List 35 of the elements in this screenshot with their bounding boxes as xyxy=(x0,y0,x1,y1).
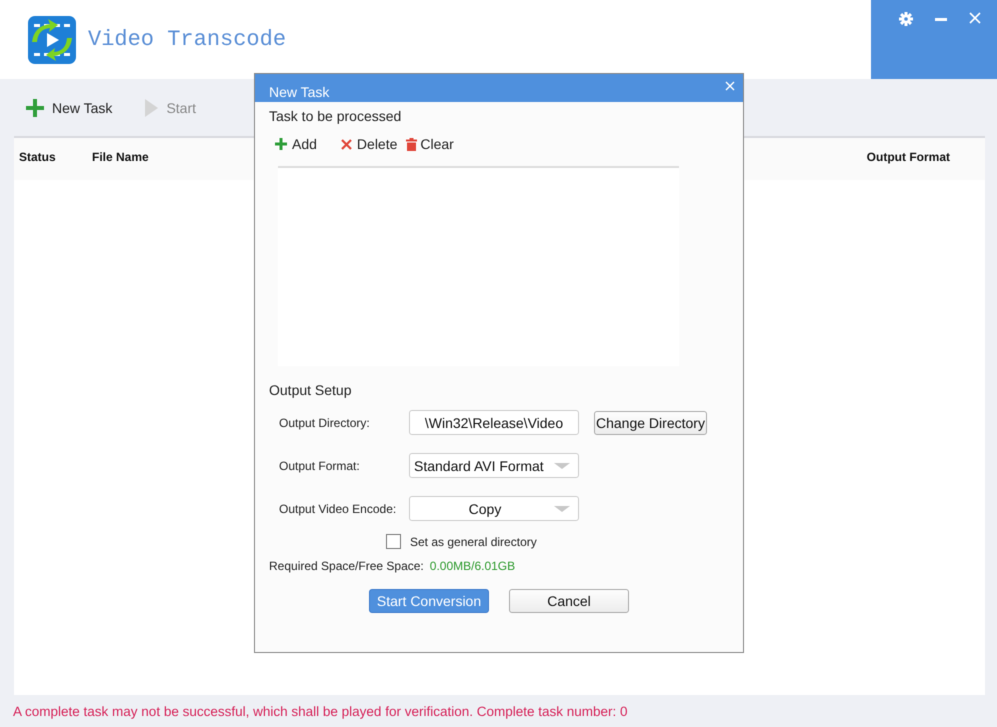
field-label: Output Format: xyxy=(279,458,361,472)
column-header: Status xyxy=(19,150,57,166)
close-icon[interactable] xyxy=(969,12,981,24)
checkbox[interactable] xyxy=(386,534,401,549)
field-label: Output Directory: xyxy=(279,416,371,430)
directory-field[interactable]: \Win32\Release\Video xyxy=(409,410,579,435)
status-message: A complete task may not be successful, which shall be played for verification. Complete task number: 0 xyxy=(13,702,629,721)
dropdown[interactable]: Standard AVI Format xyxy=(409,453,579,478)
app-title: Video Transcode xyxy=(88,27,286,52)
trash-icon xyxy=(406,138,418,150)
plus-icon xyxy=(26,98,44,116)
section-title: Output Setup xyxy=(269,382,353,398)
section-title: Task to be processed xyxy=(269,108,402,124)
caret-icon xyxy=(554,506,570,512)
column-header: Output Format xyxy=(866,150,950,166)
toolbar-button[interactable]: New Task xyxy=(26,98,112,116)
action-button[interactable]: Clear xyxy=(406,136,454,152)
field-label: Output Video Encode: xyxy=(279,502,398,516)
cancel-button[interactable]: Cancel xyxy=(509,589,629,613)
space-value: 0.00MB/6.01GB xyxy=(430,559,516,573)
dropdown[interactable]: Copy xyxy=(409,496,579,521)
app-logo-icon xyxy=(28,16,76,64)
action-button[interactable]: Add xyxy=(275,136,317,152)
cross-icon xyxy=(340,138,352,150)
settings-icon[interactable] xyxy=(899,12,913,26)
caret-icon xyxy=(554,463,570,469)
checkbox-label: Set as general directory xyxy=(410,534,537,548)
column-header: File Name xyxy=(92,150,150,166)
change-directory-button[interactable]: Change Directory xyxy=(594,410,707,434)
action-button[interactable]: Delete xyxy=(340,136,398,152)
plus-icon xyxy=(275,138,287,150)
play-icon xyxy=(144,98,158,116)
dialog-title: New Task xyxy=(269,84,330,100)
close-icon[interactable] xyxy=(725,81,735,91)
space-label: Required Space/Free Space: xyxy=(269,559,424,573)
